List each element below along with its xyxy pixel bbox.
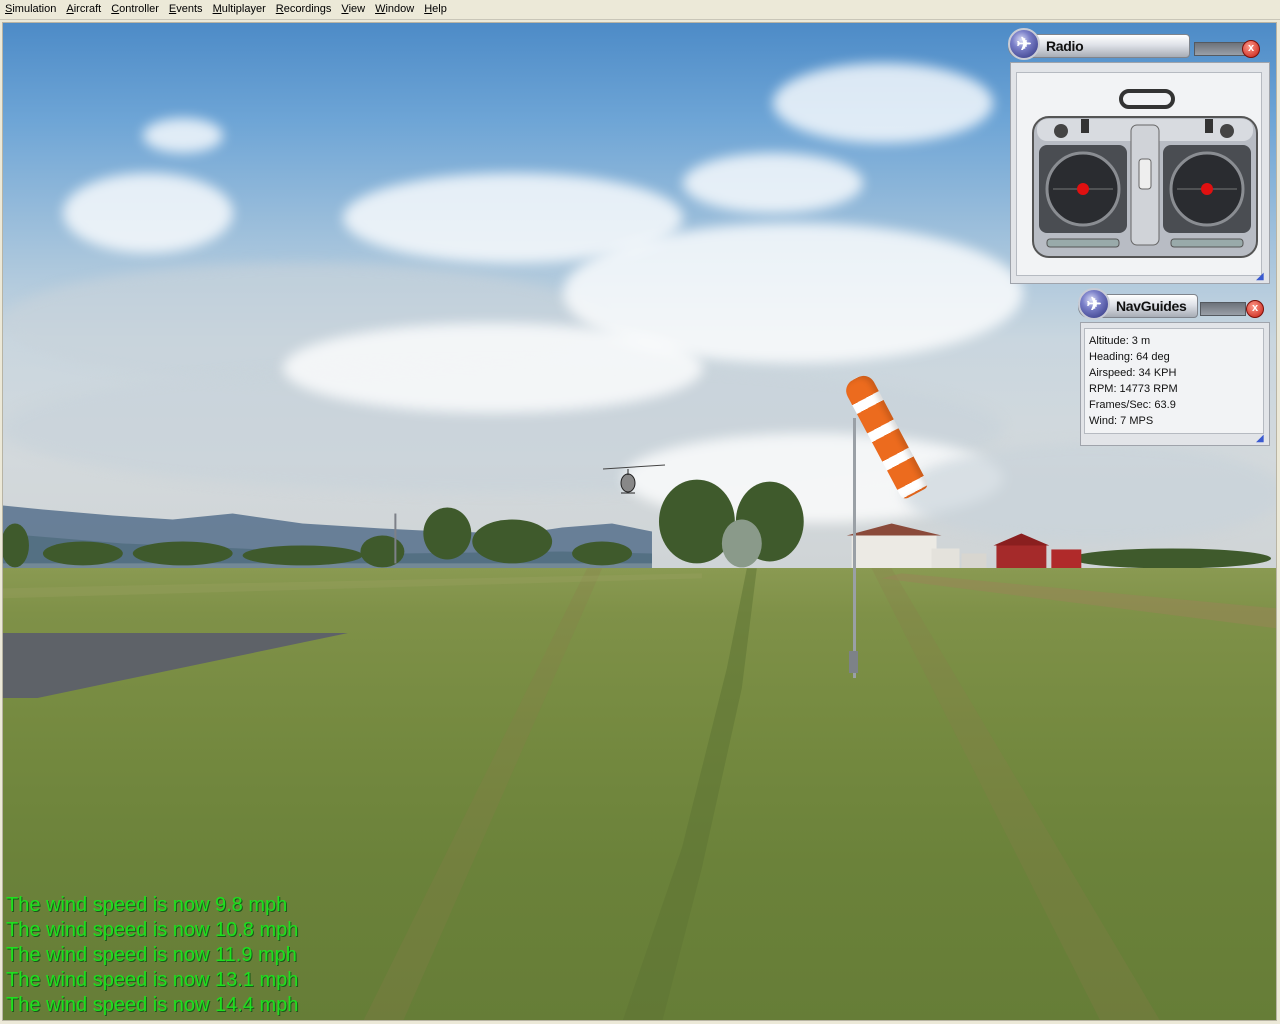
menu-aircraft[interactable]: Aircraft: [61, 0, 106, 19]
navguides-panel-inner: Altitude: 3 m Heading: 64 deg Airspeed: …: [1084, 328, 1264, 434]
menu-recordings-accel: R: [275, 3, 284, 15]
menu-recordings[interactable]: Recordings: [271, 0, 337, 19]
simulator-logo-icon: ✈: [1078, 288, 1110, 320]
menu-window-accel: W: [375, 3, 386, 15]
navguides-panel-title: NavGuides: [1116, 298, 1187, 314]
menu-recordings-label: ecordings: [283, 3, 332, 15]
left-stick-gimbal: [1039, 145, 1127, 233]
radio-panel-inner: [1016, 72, 1262, 276]
menu-window[interactable]: Window: [370, 0, 419, 19]
simulator-logo-icon: ✈: [1008, 28, 1040, 60]
wind-readout: Wind: 7 MPS: [1089, 415, 1154, 427]
menu-simulation-label: imulation: [12, 3, 57, 15]
menu-help-accel: H: [424, 3, 433, 15]
log-line: The wind speed is now 9.8 mph: [6, 894, 288, 916]
menu-events[interactable]: Events: [164, 0, 208, 19]
windsock-pole: [853, 418, 856, 678]
log-line: The wind speed is now 11.9 mph: [6, 944, 297, 966]
menu-events-label: vents: [176, 3, 203, 15]
menu-multiplayer-accel: M: [212, 3, 222, 15]
windsock-base: [849, 651, 858, 673]
menu-simulation[interactable]: Simulation: [0, 0, 61, 19]
resize-grip-icon[interactable]: ◢: [1256, 272, 1266, 282]
fps-readout: Frames/Sec: 63.9: [1089, 399, 1176, 411]
menu-controller-accel: C: [111, 3, 120, 15]
menu-window-label: indow: [385, 3, 415, 15]
menu-help-label: elp: [432, 3, 447, 15]
menu-controller-label: ontroller: [119, 3, 159, 15]
right-stick-gimbal: [1163, 145, 1251, 233]
navguides-panel[interactable]: Altitude: 3 m Heading: 64 deg Airspeed: …: [1078, 288, 1270, 448]
menu-view-label: iew: [348, 3, 366, 15]
close-icon[interactable]: x: [1246, 300, 1264, 318]
radio-panel-title: Radio: [1046, 38, 1084, 54]
rpm-readout: RPM: 14773 RPM: [1089, 383, 1178, 395]
message-log: The wind speed is now 9.8 mph The wind s…: [6, 893, 298, 1018]
close-icon[interactable]: x: [1242, 40, 1260, 58]
radio-title-tail: [1194, 42, 1246, 56]
menu-controller[interactable]: Controller: [106, 0, 164, 19]
heading-readout: Heading: 64 deg: [1089, 351, 1170, 363]
airspeed-readout: Airspeed: 34 KPH: [1089, 367, 1177, 379]
menu-view[interactable]: View: [336, 0, 370, 19]
radio-title-bar[interactable]: ✈ Radio x: [1008, 28, 1270, 60]
log-line: The wind speed is now 14.4 mph: [6, 994, 299, 1016]
altitude-readout: Altitude: 3 m: [1089, 335, 1151, 347]
menu-multiplayer-label: ultiplayer: [221, 3, 266, 15]
menu-help[interactable]: Help: [419, 0, 452, 19]
log-line: The wind speed is now 13.1 mph: [6, 969, 299, 991]
log-line: The wind speed is now 10.8 mph: [6, 919, 299, 941]
menu-view-accel: V: [341, 3, 349, 15]
plane-icon: ✈: [1086, 294, 1102, 314]
resize-grip-icon[interactable]: ◢: [1256, 434, 1266, 444]
menu-multiplayer[interactable]: Multiplayer: [208, 0, 271, 19]
radio-panel[interactable]: ◢ ✈ Radio x: [1008, 28, 1270, 286]
menu-bar: Simulation Aircraft Controller Events Mu…: [0, 0, 1280, 20]
navguides-title-tail: [1200, 302, 1246, 316]
menu-aircraft-accel: A: [66, 3, 74, 15]
plane-icon: ✈: [1016, 34, 1032, 54]
navguides-title-bar[interactable]: ✈ NavGuides x: [1078, 288, 1270, 320]
transmitter-display: [1032, 89, 1258, 258]
helicopter-model[interactable]: [603, 463, 673, 503]
menu-aircraft-label: ircraft: [73, 3, 102, 15]
